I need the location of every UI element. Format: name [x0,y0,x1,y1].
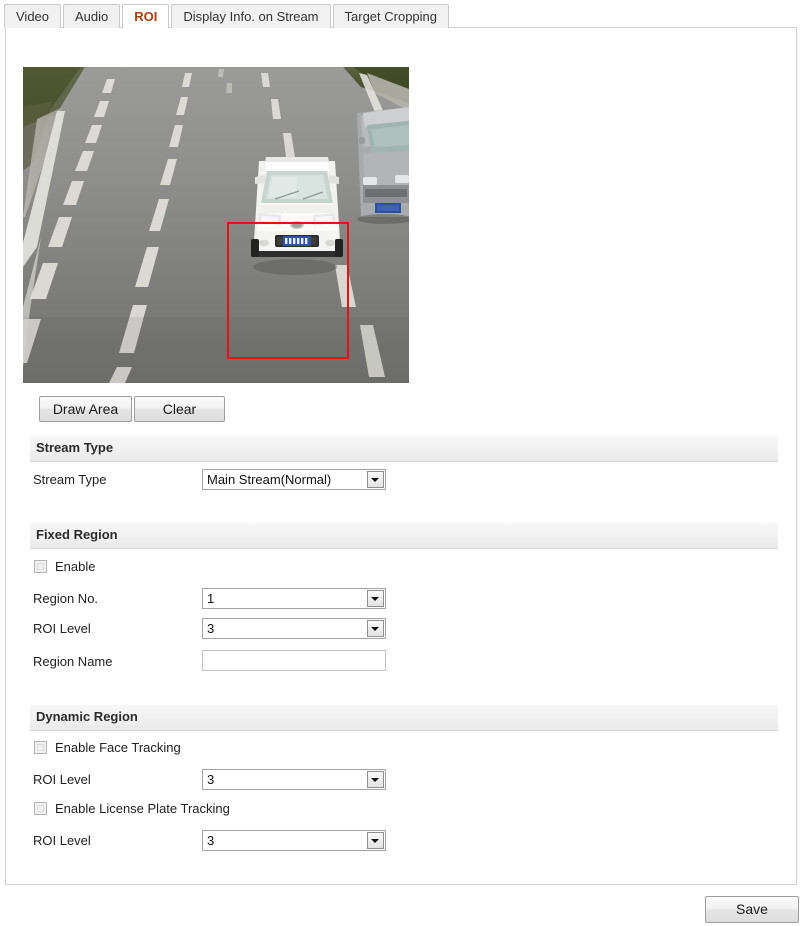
stream-type-select[interactable]: Main Stream(Normal) [202,469,386,490]
fixed-roi-level-select[interactable]: 3 [202,618,386,639]
region-no-select[interactable]: 1 [202,588,386,609]
region-name-input[interactable] [203,651,385,670]
license-plate-tracking-checkbox[interactable] [34,802,47,815]
tab-roi[interactable]: ROI [122,4,170,28]
section-header-dynamic-region: Dynamic Region [30,705,778,731]
section-header-stream-type: Stream Type [30,436,778,462]
face-roi-level-value: 3 [207,772,215,787]
section-header-fixed-region: Fixed Region [30,523,778,549]
label-stream-type: Stream Type [33,472,107,487]
draw-area-button[interactable]: Draw Area [39,396,132,422]
fixed-roi-level-value: 3 [207,621,215,636]
tab-target-cropping[interactable]: Target Cropping [332,4,450,28]
plate-roi-level-select[interactable]: 3 [202,830,386,851]
section-title-dynamic-region: Dynamic Region [36,709,138,724]
chevron-down-icon[interactable] [367,620,384,637]
tab-audio[interactable]: Audio [63,4,121,28]
label-region-name: Region Name [33,654,113,669]
fixed-region-enable-row[interactable]: Enable [34,559,95,574]
label-region-no: Region No. [33,591,99,606]
tab-display-info-on-stream[interactable]: Display Info. on Stream [171,4,331,28]
save-button[interactable]: Save [705,896,799,923]
label-fixed-roi-level: ROI Level [33,621,91,636]
region-name-field[interactable] [202,650,386,671]
fixed-region-enable-label: Enable [55,559,96,574]
chevron-down-icon[interactable] [367,590,384,607]
plate-roi-level-value: 3 [207,833,215,848]
fixed-region-enable-checkbox[interactable] [34,560,47,573]
roi-settings-page: Video Audio ROI Display Info. on Stream … [0,0,805,926]
settings-tabbar: Video Audio ROI Display Info. on Stream … [4,1,451,28]
live-view-preview[interactable] [23,67,409,383]
region-no-value: 1 [207,591,215,606]
chevron-down-icon[interactable] [367,771,384,788]
label-face-roi-level: ROI Level [33,772,91,787]
label-plate-roi-level: ROI Level [33,833,91,848]
face-roi-level-select[interactable]: 3 [202,769,386,790]
face-tracking-label: Enable Face Tracking [55,740,181,755]
stream-type-value: Main Stream(Normal) [207,472,332,487]
section-title-stream-type: Stream Type [36,440,114,455]
face-tracking-checkbox[interactable] [34,741,47,754]
clear-button[interactable]: Clear [134,396,225,422]
tab-video[interactable]: Video [4,4,62,28]
face-tracking-row[interactable]: Enable Face Tracking [34,740,181,755]
chevron-down-icon[interactable] [367,471,384,488]
chevron-down-icon[interactable] [367,832,384,849]
section-title-fixed-region: Fixed Region [36,527,118,542]
license-plate-tracking-label: Enable License Plate Tracking [55,801,230,816]
license-plate-tracking-row[interactable]: Enable License Plate Tracking [34,801,230,816]
